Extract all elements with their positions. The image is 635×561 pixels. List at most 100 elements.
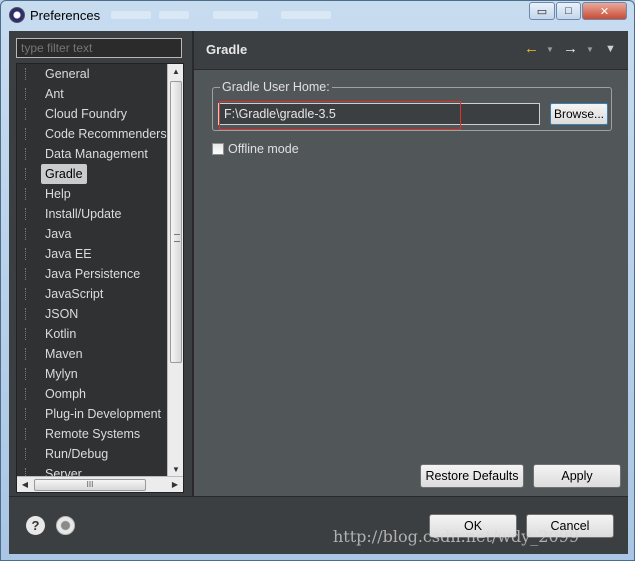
- tree-item[interactable]: Gradle: [17, 164, 167, 184]
- dialog-client-area: General Ant Cloud Foundry Code Recommenders…: [9, 31, 628, 554]
- offline-mode-checkbox[interactable]: [212, 143, 224, 155]
- offline-mode-option[interactable]: Offline mode: [212, 141, 299, 157]
- tree-item[interactable]: Mylyn: [17, 364, 167, 384]
- tree-item[interactable]: Java Persistence: [17, 264, 167, 284]
- vertical-scroll-thumb[interactable]: [170, 81, 182, 363]
- tree-item[interactable]: Java EE: [17, 244, 167, 264]
- tree-item-label: Java: [45, 227, 72, 241]
- gradle-preference-page: Gradle ← ▼ → ▼ ▼ Gradle User Home: Brows…: [194, 31, 628, 496]
- title-ghost-text: [111, 11, 151, 19]
- page-header: Gradle ← ▼ → ▼ ▼: [194, 31, 628, 69]
- apply-button[interactable]: Apply: [533, 464, 621, 488]
- scroll-up-arrow-icon[interactable]: ▲: [168, 64, 183, 80]
- tree-item[interactable]: Maven: [17, 344, 167, 364]
- tree-item-label: Help: [45, 187, 71, 201]
- forward-history-dropdown-icon[interactable]: ▼: [586, 45, 594, 54]
- tree-connector-icon: [25, 308, 29, 320]
- tree-item-label: Data Management: [45, 147, 148, 161]
- tree-item[interactable]: Oomph: [17, 384, 167, 404]
- scroll-right-arrow-icon[interactable]: ▶: [167, 477, 183, 492]
- view-menu-icon[interactable]: ▼: [605, 43, 616, 55]
- help-icon[interactable]: ?: [26, 516, 45, 535]
- tree-connector-icon: [25, 428, 29, 440]
- tree-item[interactable]: Help: [17, 184, 167, 204]
- tree-connector-icon: [25, 268, 29, 280]
- tree-item[interactable]: Kotlin: [17, 324, 167, 344]
- preference-navigation: General Ant Cloud Foundry Code Recommenders…: [9, 31, 192, 496]
- tree-item[interactable]: Code Recommenders: [17, 124, 167, 144]
- tree-item-label: Cloud Foundry: [45, 107, 127, 121]
- minimize-button[interactable]: ▭: [529, 2, 555, 20]
- title-ghost-text: [281, 11, 331, 19]
- tree-item-label: Java EE: [45, 247, 92, 261]
- page-title: Gradle: [206, 42, 248, 57]
- browse-button[interactable]: Browse...: [550, 103, 608, 125]
- tree-connector-icon: [25, 148, 29, 160]
- grip-icon: [174, 234, 180, 242]
- filter-input[interactable]: [16, 38, 182, 58]
- gradle-user-home-label: Gradle User Home:: [220, 80, 332, 94]
- tree-connector-icon: [25, 128, 29, 140]
- tree-connector-icon: [25, 68, 29, 80]
- tree-connector-icon: [25, 448, 29, 460]
- restore-defaults-button[interactable]: Restore Defaults: [420, 464, 524, 488]
- horizontal-scroll-thumb[interactable]: III: [34, 479, 146, 491]
- eclipse-icon: [9, 7, 25, 23]
- tree-item-label: Remote Systems: [45, 427, 141, 441]
- tree-item[interactable]: Java: [17, 224, 167, 244]
- forward-arrow-icon[interactable]: →: [563, 41, 578, 56]
- tree-item-label: Kotlin: [45, 327, 77, 341]
- import-export-icon[interactable]: [56, 516, 75, 535]
- preference-tree: General Ant Cloud Foundry Code Recommenders…: [16, 63, 184, 493]
- tree-connector-icon: [25, 328, 29, 340]
- preferences-window: Preferences ▭ □ ✕ General Ant Cloud Foundr…: [0, 0, 635, 561]
- tree-connector-icon: [25, 168, 29, 180]
- tree-connector-icon: [25, 208, 29, 220]
- title-ghost-text: [159, 11, 189, 19]
- tree-item-label: JSON: [45, 307, 79, 321]
- tree-item-label: Code Recommenders: [45, 127, 167, 141]
- tree-item[interactable]: General: [17, 64, 167, 84]
- vertical-scrollbar[interactable]: ▲ ▼: [167, 64, 183, 478]
- horizontal-scrollbar[interactable]: ◀ III ▶: [17, 476, 183, 492]
- tree-item[interactable]: Ant: [17, 84, 167, 104]
- tree-item-label: Mylyn: [45, 367, 78, 381]
- tree-connector-icon: [25, 228, 29, 240]
- tree-connector-icon: [25, 288, 29, 300]
- tree-item-label: Install/Update: [45, 207, 122, 221]
- tree-item[interactable]: Remote Systems: [17, 424, 167, 444]
- maximize-button[interactable]: □: [556, 2, 581, 20]
- tree-connector-icon: [25, 188, 29, 200]
- title-ghost-text: [213, 11, 258, 19]
- tree-item[interactable]: Plug-in Development: [17, 404, 167, 424]
- tree-connector-icon: [25, 88, 29, 100]
- back-history-dropdown-icon[interactable]: ▼: [546, 45, 554, 54]
- tree-connector-icon: [25, 248, 29, 260]
- watermark-text: http://blog.csdn.net/wdy_2099: [333, 527, 579, 546]
- tree-item-label: Maven: [45, 347, 83, 361]
- title-bar: Preferences ▭ □ ✕: [1, 1, 634, 29]
- tree-item[interactable]: JSON: [17, 304, 167, 324]
- tree-connector-icon: [25, 348, 29, 360]
- offline-mode-label[interactable]: Offline mode: [228, 142, 299, 156]
- tree-item-label: Ant: [45, 87, 64, 101]
- tree-connector-icon: [25, 388, 29, 400]
- tree-item[interactable]: Install/Update: [17, 204, 167, 224]
- scroll-left-arrow-icon[interactable]: ◀: [17, 477, 33, 492]
- tree-item-label: Java Persistence: [45, 267, 141, 281]
- tree-item-label: Plug-in Development: [45, 407, 162, 421]
- tree-item[interactable]: Cloud Foundry: [17, 104, 167, 124]
- tree-item[interactable]: Data Management: [17, 144, 167, 164]
- gradle-user-home-input[interactable]: [218, 103, 540, 125]
- tree-connector-icon: [25, 108, 29, 120]
- tree-item[interactable]: JavaScript: [17, 284, 167, 304]
- tree-connector-icon: [25, 368, 29, 380]
- tree-item[interactable]: Run/Debug: [17, 444, 167, 464]
- tree-item-label: Oomph: [45, 387, 86, 401]
- close-button[interactable]: ✕: [582, 2, 627, 20]
- window-title: Preferences: [30, 8, 101, 23]
- dialog-button-bar: ? OK Cancel http://blog.csdn.net/wdy_209…: [9, 496, 628, 554]
- tree-item-label: JavaScript: [45, 287, 104, 301]
- back-arrow-icon[interactable]: ←: [524, 41, 539, 56]
- tree-item-label: Gradle: [41, 164, 87, 184]
